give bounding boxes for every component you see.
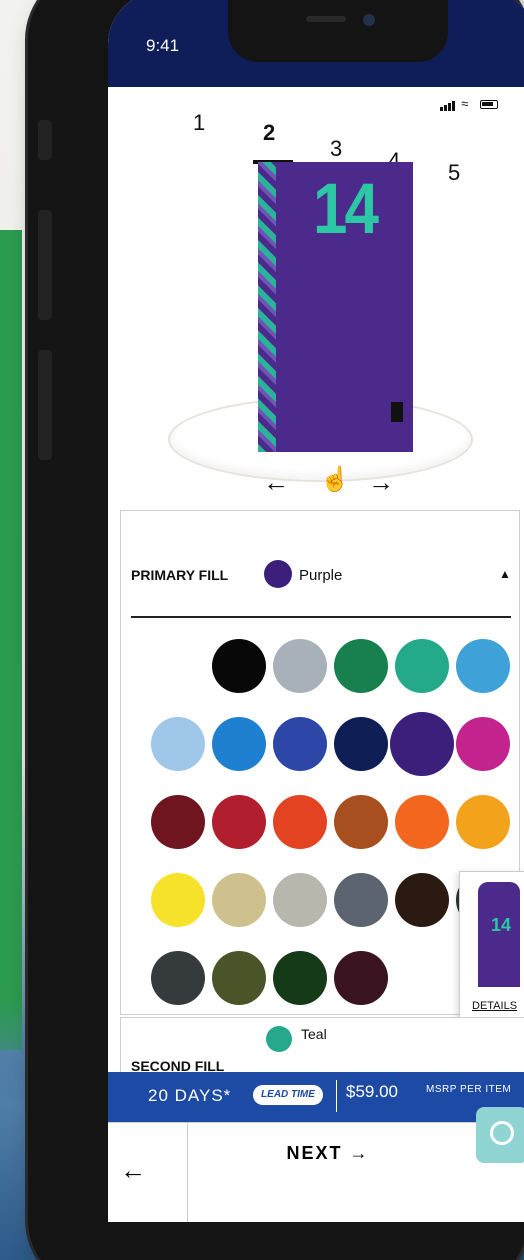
bottom-navigation: ← NEXT → — [108, 1107, 524, 1222]
primary-fill-selected-name: Purple — [299, 567, 343, 584]
color-swatch[interactable] — [212, 951, 266, 1005]
speaker-icon — [306, 16, 346, 22]
help-icon — [490, 1121, 514, 1145]
status-bar: 9:41 — [108, 0, 524, 87]
step-indicator: 1 2 3 4 5 — [108, 110, 524, 185]
step-2[interactable]: 2 — [263, 120, 275, 146]
color-swatch[interactable] — [395, 795, 449, 849]
color-swatch[interactable] — [151, 873, 205, 927]
color-swatch[interactable] — [273, 951, 327, 1005]
color-swatch[interactable] — [456, 639, 510, 693]
status-indicators: ≈ — [439, 96, 498, 111]
back-button[interactable]: ← — [108, 1123, 188, 1222]
lead-time-badge: LEAD TIME — [253, 1085, 323, 1105]
price: $59.00 — [346, 1082, 398, 1101]
second-fill-selected-swatch — [266, 1026, 292, 1052]
phone-volume-down — [38, 350, 52, 460]
color-swatch[interactable] — [273, 717, 327, 771]
color-swatch[interactable] — [212, 639, 266, 693]
lead-separator — [336, 1080, 337, 1112]
color-swatch[interactable] — [395, 873, 449, 927]
jersey-number: 14 — [313, 169, 379, 250]
collapse-caret-icon[interactable]: ▲ — [499, 567, 511, 581]
signal-icon — [439, 96, 462, 111]
jersey-preview: 14 ← ☝ → — [108, 162, 524, 512]
jersey-side-panel — [258, 162, 276, 452]
color-swatch[interactable] — [273, 639, 327, 693]
rotate-left-arrow-icon[interactable]: ← — [263, 467, 289, 498]
color-swatch[interactable] — [151, 951, 205, 1005]
second-fill-panel[interactable]: SECOND FILL Teal — [120, 1017, 524, 1077]
status-time: 9:41 — [146, 36, 180, 55]
color-swatch[interactable] — [212, 795, 266, 849]
primary-fill-selected-swatch — [264, 560, 292, 588]
help-button[interactable] — [476, 1107, 524, 1163]
color-swatch[interactable] — [151, 717, 205, 771]
phone-frame: 9:41 ≈ 1 2 3 4 5 14 ← ☝ → PRIMARY FILL P… — [28, 0, 524, 1260]
step-1[interactable]: 1 — [193, 110, 205, 136]
color-swatch[interactable] — [456, 717, 510, 771]
lead-days: 20 DAYS* — [148, 1086, 232, 1105]
swipe-hand-icon: ☝ — [320, 466, 350, 493]
rotate-controls: ← ☝ → — [258, 466, 408, 507]
app-screen: 9:41 ≈ 1 2 3 4 5 14 ← ☝ → PRIMARY FILL P… — [108, 0, 524, 1222]
battery-icon — [480, 100, 498, 110]
wifi-icon: ≈ — [461, 96, 471, 111]
color-swatch[interactable] — [334, 639, 388, 693]
color-swatch-selected[interactable] — [390, 712, 454, 776]
details-link[interactable]: DETAILS — [472, 1000, 517, 1012]
next-button[interactable]: NEXT → — [188, 1123, 468, 1222]
color-swatch[interactable] — [334, 951, 388, 1005]
primary-fill-panel: PRIMARY FILL Purple ▲ 14 DETAILS — [120, 510, 524, 1021]
color-swatch[interactable] — [456, 795, 510, 849]
color-swatch[interactable] — [273, 795, 327, 849]
rotate-right-arrow-icon[interactable]: → — [368, 467, 394, 498]
color-swatch[interactable] — [395, 639, 449, 693]
step-3[interactable]: 3 — [330, 136, 342, 162]
jersey-tag — [391, 402, 403, 422]
color-swatch[interactable] — [334, 717, 388, 771]
primary-fill-header[interactable]: PRIMARY FILL Purple ▲ — [131, 557, 511, 597]
lead-time-bar: 20 DAYS* LEAD TIME $59.00 MSRP PER ITEM — [108, 1072, 524, 1122]
color-swatch[interactable] — [212, 873, 266, 927]
mini-jersey-number: 14 — [491, 915, 512, 935]
msrp-label: MSRP PER ITEM — [426, 1084, 512, 1095]
details-card[interactable]: 14 DETAILS — [459, 871, 524, 1021]
color-swatch[interactable] — [334, 873, 388, 927]
color-swatch[interactable] — [273, 873, 327, 927]
phone-notch — [228, 0, 448, 62]
primary-fill-label: PRIMARY FILL — [131, 567, 229, 583]
color-swatch[interactable] — [212, 717, 266, 771]
background-green-strip — [0, 230, 22, 1050]
camera-icon — [363, 14, 375, 26]
primary-fill-divider — [131, 616, 511, 618]
color-swatch[interactable] — [151, 795, 205, 849]
phone-volume-up — [38, 210, 52, 320]
phone-mute-switch — [38, 120, 52, 160]
color-swatch[interactable] — [151, 639, 205, 693]
color-swatch[interactable] — [334, 795, 388, 849]
second-fill-selected-name: Teal — [301, 1026, 327, 1042]
